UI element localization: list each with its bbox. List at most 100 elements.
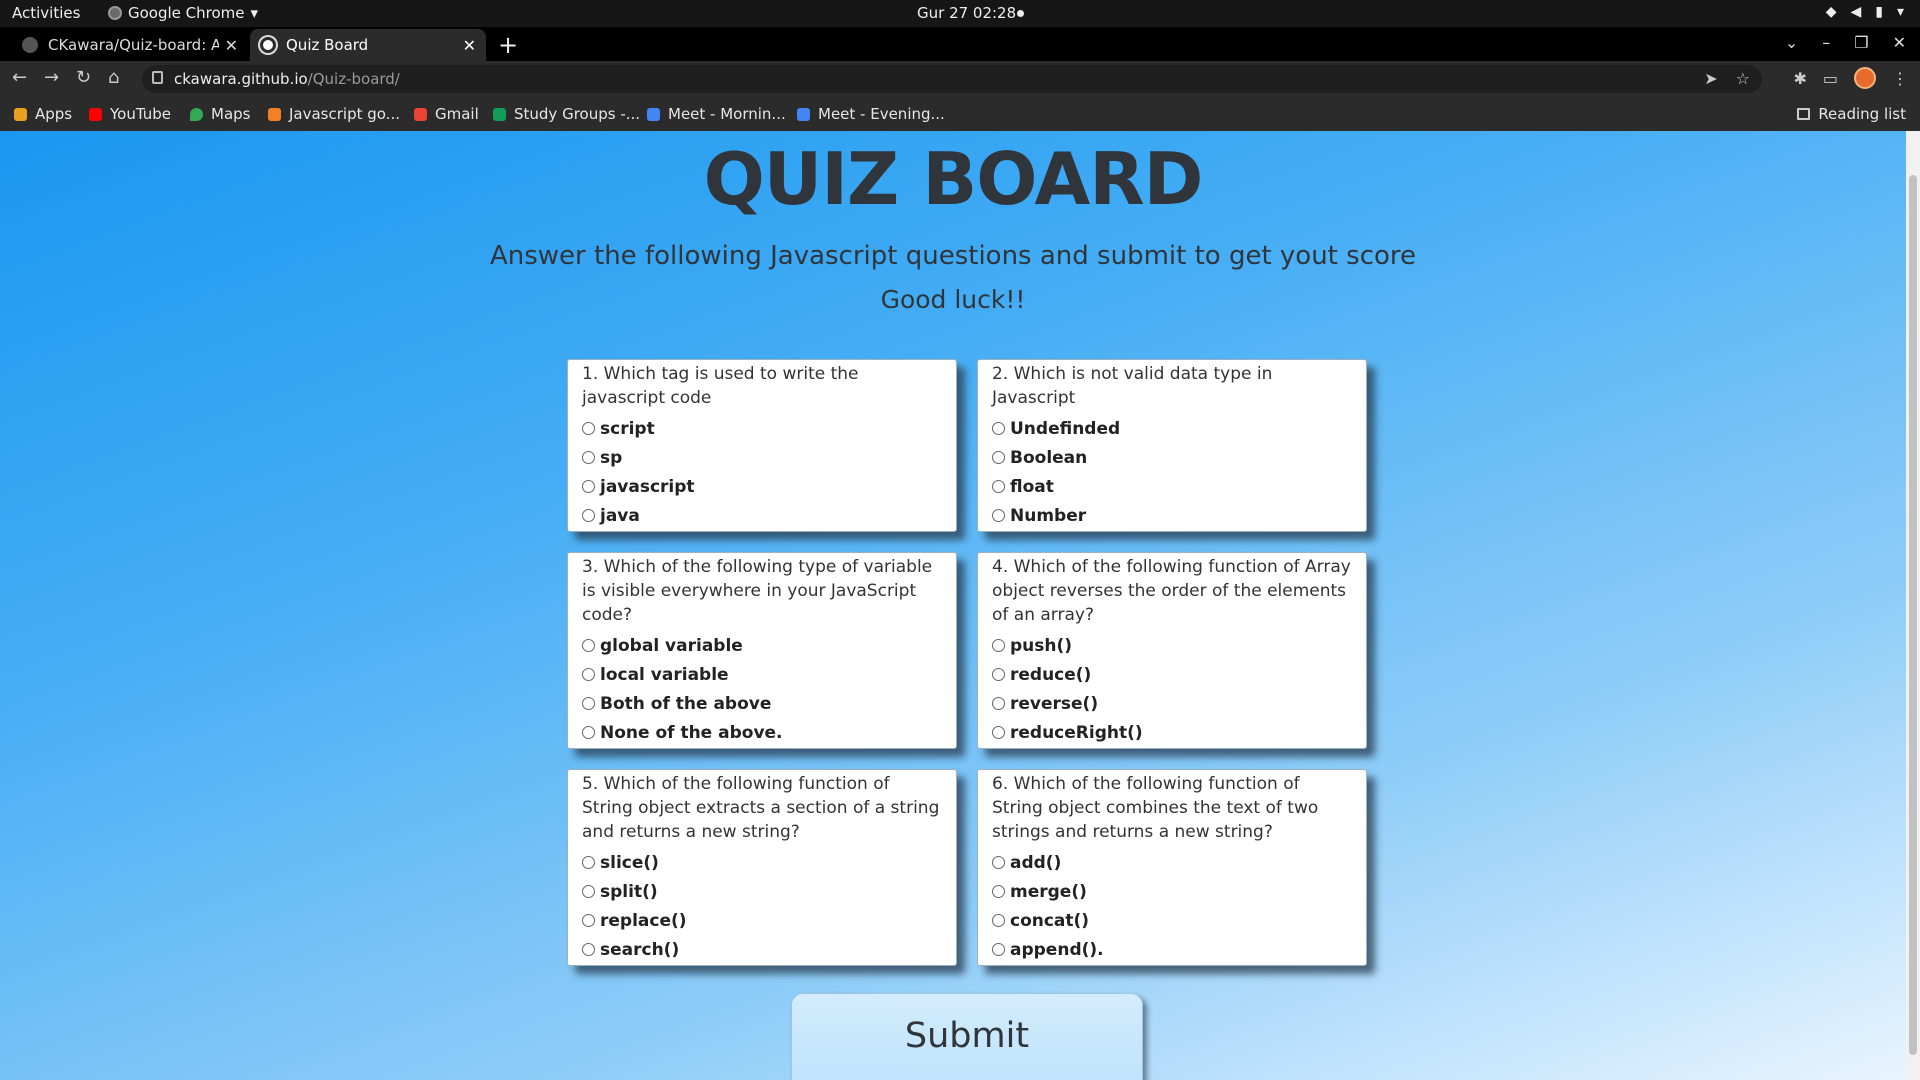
radio-button[interactable] [582, 451, 595, 464]
submit-button[interactable]: Submit [791, 993, 1143, 1080]
bookmark-maps[interactable]: Maps [190, 105, 250, 123]
bookmark-label: Meet - Evening... [818, 105, 945, 123]
radio-button[interactable] [992, 914, 1005, 927]
radio-button[interactable] [992, 451, 1005, 464]
answer-option[interactable]: add() [992, 848, 1352, 877]
answer-option[interactable]: reduceRight() [992, 718, 1352, 747]
radio-button[interactable] [582, 856, 595, 869]
profile-avatar[interactable] [1854, 67, 1876, 89]
answer-option[interactable]: Undefinded [992, 414, 1352, 443]
answer-option[interactable]: slice() [582, 848, 942, 877]
radio-button[interactable] [582, 422, 595, 435]
app-menu[interactable]: Google Chrome ▾ [108, 4, 258, 22]
cast-icon[interactable]: ▭ [1823, 69, 1838, 88]
bookmark-star-icon[interactable]: ☆ [1736, 69, 1750, 88]
tab-search-icon[interactable]: ⌄ [1785, 33, 1798, 52]
answer-option[interactable]: javascript [582, 472, 942, 501]
radio-button[interactable] [582, 885, 595, 898]
radio-button[interactable] [992, 697, 1005, 710]
lock-icon[interactable] [152, 71, 163, 84]
reload-icon[interactable]: ↻ [76, 67, 91, 88]
new-tab-icon[interactable]: + [498, 31, 518, 59]
clock[interactable]: Gur 27 02:28 [917, 4, 1016, 22]
answer-option[interactable]: search() [582, 935, 942, 964]
home-icon[interactable]: ⌂ [108, 67, 119, 88]
bookmark-meet-morning[interactable]: Meet - Mornin... [647, 105, 786, 123]
bookmark-meet-evening[interactable]: Meet - Evening... [797, 105, 945, 123]
reading-list-icon [1797, 108, 1811, 120]
radio-button[interactable] [992, 668, 1005, 681]
system-top-bar: Activities Google Chrome ▾ Gur 27 02:28 … [0, 0, 1920, 27]
close-tab-icon[interactable]: ✕ [225, 36, 238, 55]
radio-button[interactable] [992, 856, 1005, 869]
answer-option[interactable]: reverse() [992, 689, 1352, 718]
radio-button[interactable] [992, 509, 1005, 522]
bookmark-label: Meet - Mornin... [668, 105, 786, 123]
radio-button[interactable] [582, 668, 595, 681]
activities-button[interactable]: Activities [12, 4, 80, 22]
radio-button[interactable] [992, 885, 1005, 898]
back-arrow-icon[interactable]: ← [12, 67, 27, 88]
answer-option[interactable]: replace() [582, 906, 942, 935]
system-tray[interactable]: ◆ ◀ ▮ ▾ [1826, 4, 1904, 20]
restore-icon[interactable]: ❐ [1854, 33, 1868, 52]
answer-option[interactable]: script [582, 414, 942, 443]
answer-option[interactable]: Number [992, 501, 1352, 530]
radio-button[interactable] [582, 509, 595, 522]
question-card-5: 5. Which of the following function of St… [567, 769, 957, 966]
reading-list-button[interactable]: Reading list [1797, 105, 1906, 123]
question-card-6: 6. Which of the following function of St… [977, 769, 1367, 966]
radio-button[interactable] [582, 480, 595, 493]
scrollbar-thumb[interactable] [1909, 175, 1917, 1055]
answer-option[interactable]: float [992, 472, 1352, 501]
radio-button[interactable] [582, 914, 595, 927]
answer-option[interactable]: java [582, 501, 942, 530]
close-tab-icon[interactable]: ✕ [463, 36, 476, 55]
menu-kebab-icon[interactable]: ⋮ [1892, 69, 1908, 88]
answer-option[interactable]: Boolean [992, 443, 1352, 472]
answer-option[interactable]: Both of the above [582, 689, 942, 718]
bookmark-study-groups[interactable]: Study Groups -... [493, 105, 640, 123]
minimize-icon[interactable]: – [1822, 33, 1830, 52]
radio-button[interactable] [992, 639, 1005, 652]
gmail-icon [414, 107, 427, 121]
answer-option[interactable]: sp [582, 443, 942, 472]
answer-option[interactable]: global variable [582, 631, 942, 660]
answer-option[interactable]: None of the above. [582, 718, 942, 747]
answer-option[interactable]: push() [992, 631, 1352, 660]
tab-github[interactable]: CKawara/Quiz-board: A w ✕ [12, 29, 248, 61]
answer-option[interactable]: local variable [582, 660, 942, 689]
tab-title: Quiz Board [286, 36, 369, 54]
forward-arrow-icon[interactable]: → [44, 67, 59, 88]
radio-button[interactable] [582, 726, 595, 739]
answer-option[interactable]: append(). [992, 935, 1352, 964]
close-window-icon[interactable]: ✕ [1893, 33, 1906, 52]
bookmark-gmail[interactable]: Gmail [414, 105, 479, 123]
maps-pin-icon [190, 107, 203, 121]
tab-quiz-board[interactable]: Quiz Board ✕ [250, 29, 486, 61]
radio-button[interactable] [992, 943, 1005, 956]
wifi-icon: ◆ [1825, 4, 1837, 20]
radio-button[interactable] [992, 480, 1005, 493]
omnibox-actions: ➤ ☆ [1704, 69, 1750, 88]
radio-button[interactable] [992, 726, 1005, 739]
radio-button[interactable] [992, 422, 1005, 435]
radio-button[interactable] [582, 639, 595, 652]
notification-dot-icon [1017, 10, 1024, 17]
page-scrollbar[interactable] [1906, 131, 1920, 1080]
reading-list-label: Reading list [1818, 105, 1906, 123]
answer-option[interactable]: merge() [992, 877, 1352, 906]
answer-option[interactable]: concat() [992, 906, 1352, 935]
bookmark-youtube[interactable]: YouTube [89, 105, 171, 123]
answer-option[interactable]: split() [582, 877, 942, 906]
send-icon[interactable]: ➤ [1704, 69, 1717, 88]
bookmark-apps[interactable]: Apps [14, 105, 72, 123]
bookmarks-bar: Apps YouTube Maps Javascript go... Gmail… [0, 97, 1920, 131]
radio-button[interactable] [582, 943, 595, 956]
toolbar-actions: ✱ ▭ ⋮ [1793, 67, 1908, 89]
answer-option[interactable]: reduce() [992, 660, 1352, 689]
address-bar[interactable]: ckawara.github.io/Quiz-board/ ➤ ☆ [142, 65, 1762, 93]
radio-button[interactable] [582, 697, 595, 710]
extensions-puzzle-icon[interactable]: ✱ [1793, 69, 1806, 88]
bookmark-javascript[interactable]: Javascript go... [268, 105, 400, 123]
